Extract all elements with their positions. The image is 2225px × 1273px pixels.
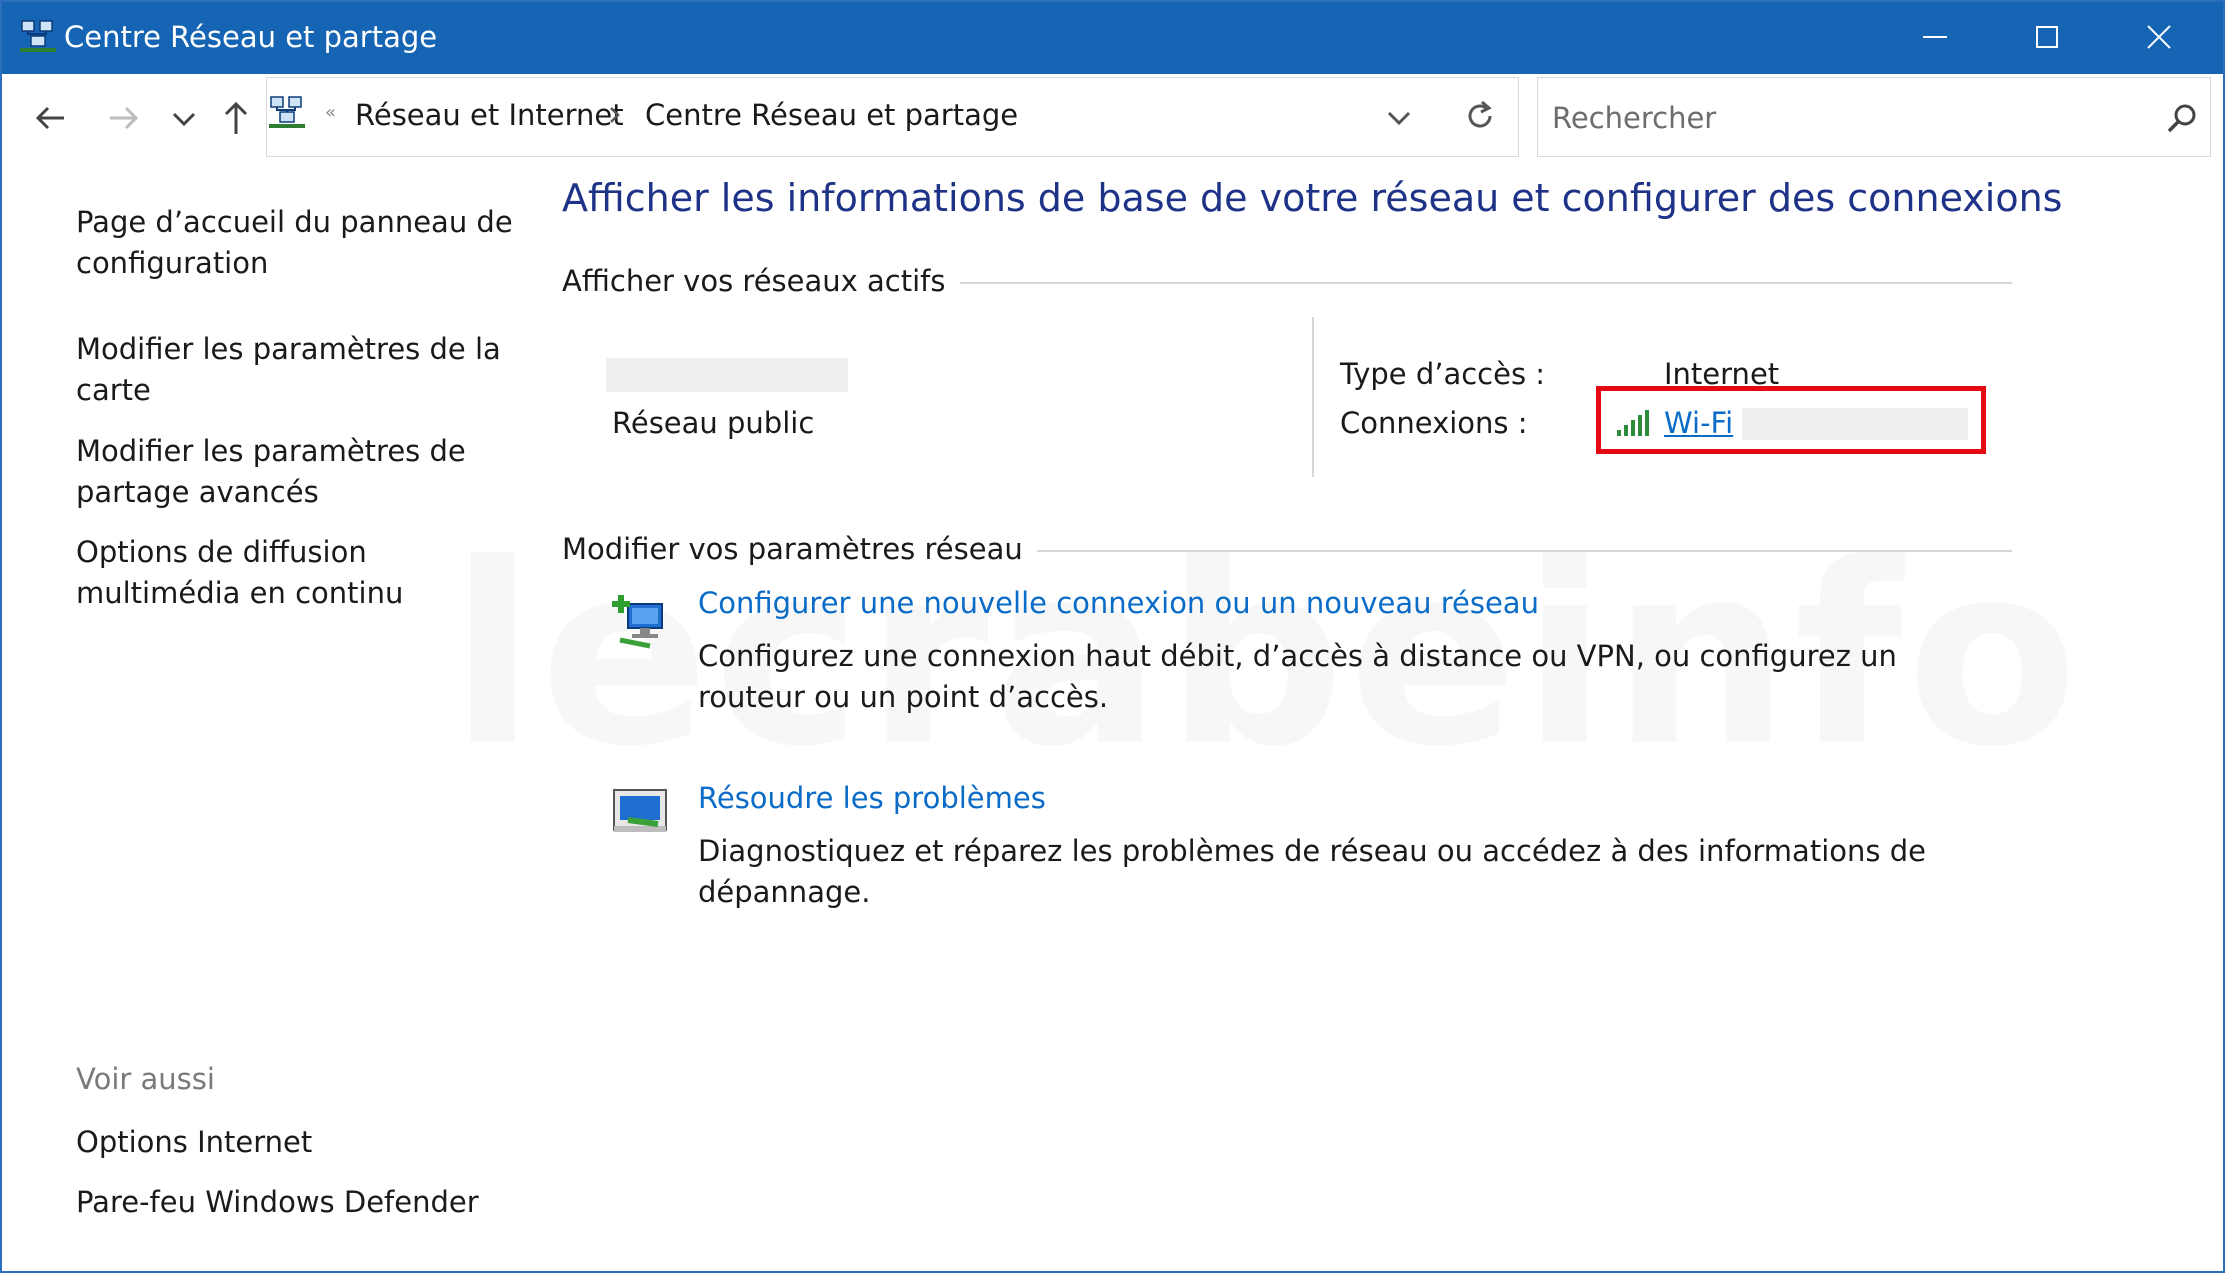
address-bar[interactable]: « Réseau et Internet Centre Réseau et pa…: [266, 77, 1444, 157]
navigation-bar: « Réseau et Internet Centre Réseau et pa…: [2, 74, 2223, 162]
search-icon[interactable]: [2166, 102, 2198, 134]
new-connection-icon[interactable]: [610, 590, 670, 650]
sidebar-link-advanced-sharing-settings[interactable]: Modifier les paramètres de partage avanc…: [76, 431, 516, 513]
sidebar-link-windows-defender-firewall[interactable]: Pare-feu Windows Defender: [76, 1182, 516, 1223]
address-dropdown-icon[interactable]: [1379, 100, 1419, 136]
forward-arrow-icon[interactable]: [102, 96, 146, 140]
breadcrumb-network-sharing-center[interactable]: Centre Réseau et partage: [645, 97, 1018, 133]
back-arrow-icon[interactable]: [30, 96, 74, 140]
breadcrumb-separator-icon[interactable]: [605, 102, 625, 128]
connections-label: Connexions :: [1340, 406, 1528, 440]
window-title: Centre Réseau et partage: [64, 20, 438, 54]
setup-new-connection-link[interactable]: Configurer une nouvelle connexion ou un …: [698, 584, 1539, 622]
search-placeholder: Rechercher: [1552, 101, 1717, 135]
sidebar-link-media-streaming-options[interactable]: Options de diffusion multimédia en conti…: [76, 532, 516, 614]
page-title: Afficher les informations de base de vot…: [562, 176, 2063, 220]
maximize-button[interactable]: [1992, 2, 2104, 74]
main-content: Afficher les informations de base de vot…: [562, 162, 2222, 1271]
sidebar-link-internet-options[interactable]: Options Internet: [76, 1122, 516, 1163]
refresh-icon: [1468, 100, 1492, 128]
network-info-divider: [1312, 317, 1314, 477]
network-sharing-center-window: Centre Réseau et partage « Réseau et Int…: [0, 0, 2225, 1273]
sidebar-link-control-panel-home[interactable]: Page d’accueil du panneau de configurati…: [76, 202, 516, 284]
troubleshoot-icon[interactable]: [610, 782, 670, 842]
sidebar: Page d’accueil du panneau de configurati…: [2, 162, 522, 1271]
up-arrow-icon[interactable]: [214, 96, 258, 140]
access-type-label: Type d’accès :: [1340, 357, 1546, 391]
troubleshoot-problems-description: Diagnostiquez et réparez les problèmes d…: [698, 834, 1926, 909]
title-bar: Centre Réseau et partage: [2, 2, 2223, 74]
recent-locations-chevron-icon[interactable]: [162, 96, 206, 140]
setup-new-connection-description: Configurez une connexion haut débit, d’a…: [698, 639, 1897, 714]
highlight-annotation-box: [1596, 386, 1986, 454]
overflow-chevron-icon[interactable]: «: [325, 102, 336, 123]
troubleshoot-problems-link[interactable]: Résoudre les problèmes: [698, 779, 1046, 817]
network-app-icon: [20, 18, 56, 54]
network-name-redacted: [606, 358, 848, 392]
refresh-button[interactable]: [1442, 77, 1519, 157]
search-input[interactable]: Rechercher: [1537, 77, 2211, 157]
network-category-link[interactable]: Réseau public: [612, 404, 814, 442]
close-button[interactable]: [2104, 2, 2216, 74]
minimize-button[interactable]: [1880, 2, 1992, 74]
breadcrumb-network-internet[interactable]: Réseau et Internet: [355, 97, 624, 133]
change-settings-heading: Modifier vos paramètres réseau: [562, 530, 1037, 568]
see-also-label: Voir aussi: [76, 1062, 215, 1096]
network-location-icon: [269, 94, 305, 130]
sidebar-link-change-adapter-settings[interactable]: Modifier les paramètres de la carte: [76, 329, 516, 411]
active-networks-heading: Afficher vos réseaux actifs: [562, 262, 960, 300]
